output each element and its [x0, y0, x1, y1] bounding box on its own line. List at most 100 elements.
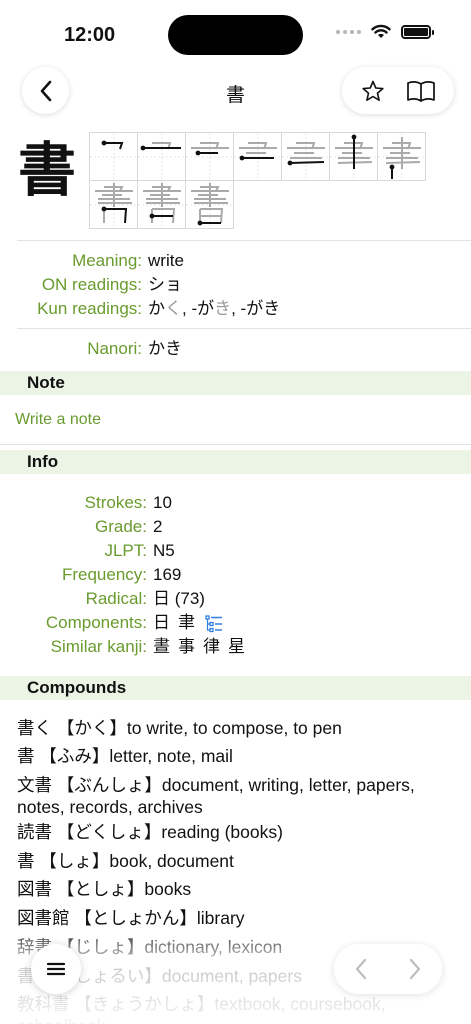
- compound-item[interactable]: 書 【しょ】book, document: [17, 851, 449, 873]
- compound-reading: 【かく】: [56, 719, 127, 739]
- compound-reading: 【としょ】: [56, 880, 145, 900]
- similar-kanji[interactable]: 星: [228, 637, 245, 656]
- jlpt-row: JLPT: N5: [0, 540, 175, 562]
- chevron-left-icon[interactable]: [354, 958, 368, 980]
- compound-item[interactable]: 図書館 【としょかん】library: [17, 908, 449, 930]
- similar-kanji-label: Similar kanji:: [50, 637, 147, 656]
- compound-reading: 【ふみ】: [39, 747, 110, 767]
- compound-word: 書: [17, 747, 35, 767]
- grade-label: Grade:: [95, 517, 147, 536]
- stroke-step-5: [281, 132, 330, 181]
- wifi-icon: [371, 24, 391, 38]
- compound-item[interactable]: 図書 【としょ】books: [17, 879, 449, 901]
- radical-value[interactable]: 日 (73): [153, 588, 205, 610]
- kanji-pager: [334, 944, 442, 994]
- kun-reading-stem: , -が: [182, 299, 215, 318]
- kun-reading-stem: , -がき: [231, 299, 281, 318]
- similar-kanji-row: Similar kanji: 晝事律星: [0, 636, 253, 658]
- components-label: Components:: [45, 613, 147, 632]
- menu-button[interactable]: [31, 944, 81, 994]
- book-icon[interactable]: [406, 79, 436, 103]
- strokes-value: 10: [153, 493, 172, 512]
- compound-reading: 【ぶんしょ】: [56, 776, 162, 796]
- kun-readings-row: Kun readings: かく, -がき, -がき: [0, 298, 280, 320]
- kun-reading-okurigana: く: [165, 299, 182, 318]
- compound-word: 読書: [17, 823, 52, 843]
- dynamic-island: [168, 15, 303, 55]
- stroke-step-2: [137, 132, 186, 181]
- status-time: 12:00: [64, 24, 116, 46]
- star-icon[interactable]: [361, 79, 385, 103]
- divider: [0, 444, 471, 445]
- stroke-step-7: [377, 132, 426, 181]
- status-icons: [336, 24, 434, 40]
- compounds-section-header: Compounds: [0, 676, 471, 700]
- compound-reading: 【きょうかしょ】: [74, 995, 215, 1015]
- compound-item[interactable]: 読書 【どくしょ】reading (books): [17, 822, 449, 844]
- compound-reading: 【としょかん】: [74, 909, 197, 929]
- kun-readings-value: かく, -がき, -がき: [148, 298, 280, 320]
- compound-meaning: letter, note, mail: [109, 746, 233, 766]
- similar-kanji-value: 晝事律星: [153, 636, 253, 658]
- similar-kanji[interactable]: 晝: [153, 637, 170, 656]
- stroke-step-8: [89, 180, 138, 229]
- cellular-signal-icon: [336, 30, 361, 34]
- note-section-header: Note: [0, 371, 471, 395]
- jlpt-value: N5: [153, 541, 175, 560]
- components-row: Components: 日聿: [0, 612, 223, 634]
- strokes-row: Strokes: 10: [0, 492, 172, 514]
- compound-item[interactable]: 教科書 【きょうかしょ】textbook, coursebook, school…: [17, 994, 449, 1024]
- frequency-label: Frequency:: [61, 565, 147, 584]
- compound-meaning: books: [144, 879, 192, 899]
- chevron-right-icon[interactable]: [408, 958, 422, 980]
- stroke-step-4: [233, 132, 282, 181]
- compound-reading: 【しょ】: [39, 852, 110, 872]
- compound-word: 書く: [17, 719, 52, 739]
- nav-actions: [342, 67, 454, 114]
- grade-value: 2: [153, 517, 163, 536]
- component-kanji[interactable]: 日: [153, 613, 170, 632]
- compound-reading: 【どくしょ】: [56, 823, 162, 843]
- stroke-step-9: [137, 180, 186, 229]
- kun-reading-okurigana: き: [214, 299, 232, 318]
- nanori-value: かき: [148, 339, 182, 358]
- stroke-step-3: [185, 132, 234, 181]
- frequency-value: 169: [153, 565, 182, 584]
- compound-meaning: library: [196, 908, 245, 928]
- meaning-row: Meaning: write: [0, 250, 184, 272]
- compound-word: 書: [17, 852, 35, 872]
- compound-item[interactable]: 文書 【ぶんしょ】document, writing, letter, pape…: [17, 775, 449, 818]
- stroke-step-10: [185, 180, 234, 229]
- grade-row: Grade: 2: [0, 516, 162, 538]
- similar-kanji[interactable]: 律: [203, 637, 220, 656]
- jlpt-label: JLPT:: [104, 541, 147, 560]
- compound-word: 文書: [17, 776, 52, 796]
- info-section-header: Info: [0, 450, 471, 474]
- radical-row: Radical: 日 (73): [0, 588, 205, 610]
- compound-meaning: document, papers: [161, 966, 302, 986]
- meaning-label: Meaning:: [72, 251, 142, 270]
- similar-kanji[interactable]: 事: [178, 637, 195, 656]
- on-readings-row: ON readings: ショ: [0, 274, 182, 296]
- kanji-character: 書: [18, 136, 77, 204]
- divider: [17, 328, 471, 329]
- compound-item[interactable]: 書く 【かく】to write, to compose, to pen: [17, 718, 449, 740]
- component-tree-icon[interactable]: [205, 614, 223, 633]
- write-note-link[interactable]: Write a note: [15, 411, 101, 429]
- stroke-step-1: [89, 132, 138, 181]
- compound-word: 図書館: [17, 909, 70, 929]
- battery-icon: [401, 25, 434, 39]
- stroke-order-diagram[interactable]: [89, 132, 427, 230]
- nanori-row: Nanori: かき: [0, 338, 182, 360]
- compound-meaning: reading (books): [161, 822, 283, 842]
- compound-word: 図書: [17, 880, 52, 900]
- kun-readings-label: Kun readings:: [37, 299, 142, 318]
- frequency-row: Frequency: 169: [0, 564, 181, 586]
- nanori-label: Nanori:: [87, 339, 142, 358]
- on-readings-label: ON readings:: [41, 275, 142, 294]
- compound-item[interactable]: 書 【ふみ】letter, note, mail: [17, 746, 449, 768]
- component-kanji[interactable]: 聿: [178, 613, 195, 632]
- compound-meaning: book, document: [109, 851, 234, 871]
- radical-label: Radical:: [85, 589, 147, 608]
- compound-word: 教科書: [17, 995, 70, 1015]
